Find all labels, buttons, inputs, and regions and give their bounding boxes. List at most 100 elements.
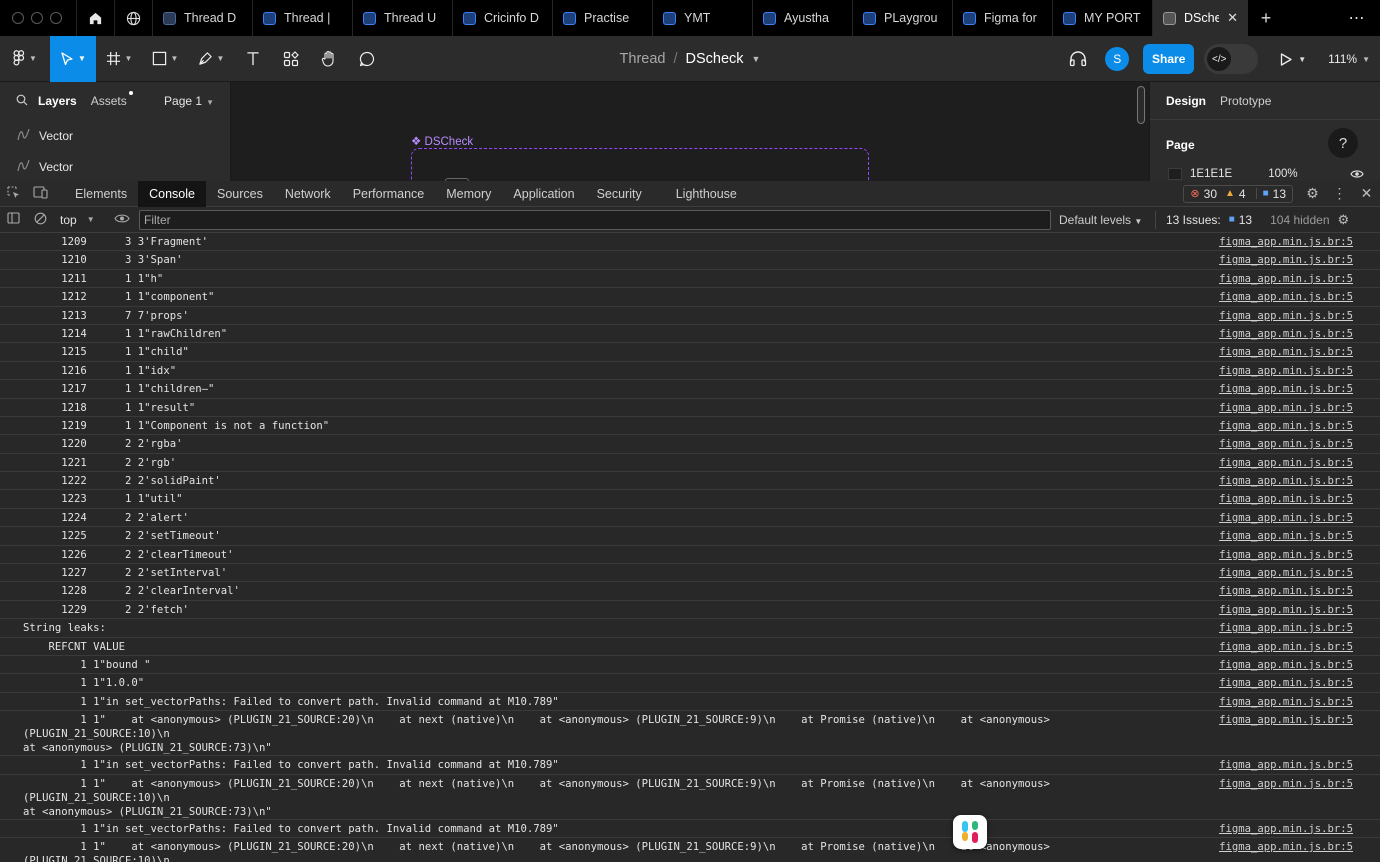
present-button[interactable]: ▼	[1280, 52, 1306, 66]
tab-console[interactable]: Console	[138, 180, 206, 207]
source-link[interactable]: figma_app.min.js.br:5	[1219, 419, 1353, 433]
settings-gear-icon[interactable]: ⚙	[1299, 185, 1326, 202]
log-levels-dropdown[interactable]: Default levels ▼	[1059, 213, 1155, 227]
layer-row[interactable]: Vector	[0, 120, 230, 151]
more-options-icon[interactable]: ⋮	[1326, 185, 1353, 202]
source-link[interactable]: figma_app.min.js.br:5	[1219, 309, 1353, 323]
browser-tab[interactable]: Thread U	[352, 0, 452, 36]
home-button[interactable]	[76, 0, 114, 36]
source-link[interactable]: figma_app.min.js.br:5	[1219, 456, 1353, 470]
tab-security[interactable]: Security	[586, 181, 653, 207]
source-link[interactable]: figma_app.min.js.br:5	[1219, 603, 1353, 617]
tab-application[interactable]: Application	[502, 181, 585, 207]
help-button[interactable]: ?	[1328, 128, 1358, 158]
source-link[interactable]: figma_app.min.js.br:5	[1219, 401, 1353, 415]
live-expression-eye-icon[interactable]	[108, 212, 135, 227]
issue-counts[interactable]: ⊗ 30 ▲ 4 ■ 13	[1183, 184, 1293, 203]
source-link[interactable]: figma_app.min.js.br:5	[1219, 566, 1353, 580]
source-link[interactable]: figma_app.min.js.br:5	[1219, 758, 1353, 772]
frame-tool-button[interactable]: ▼	[96, 36, 142, 82]
sidebar-toggle-icon[interactable]	[0, 212, 27, 227]
community-button[interactable]	[114, 0, 152, 36]
source-link[interactable]: figma_app.min.js.br:5	[1219, 474, 1353, 488]
source-link[interactable]: figma_app.min.js.br:5	[1219, 621, 1353, 635]
browser-tab[interactable]: PLaygrou	[852, 0, 952, 36]
browser-tab[interactable]: Thread |	[252, 0, 352, 36]
dev-mode-toggle[interactable]: </>	[1204, 44, 1259, 74]
frame-label[interactable]: ❖ DSCheck	[411, 134, 473, 148]
console-filter-input[interactable]	[139, 209, 1051, 230]
comment-tool-button[interactable]	[348, 36, 386, 82]
browser-tab[interactable]: Figma for	[952, 0, 1052, 36]
slack-notification-icon[interactable]	[953, 815, 987, 849]
source-link[interactable]: figma_app.min.js.br:5	[1219, 695, 1353, 709]
source-link[interactable]: figma_app.min.js.br:5	[1219, 676, 1353, 690]
share-button[interactable]: Share	[1143, 44, 1195, 74]
source-link[interactable]: figma_app.min.js.br:5	[1219, 290, 1353, 304]
tab-active[interactable]: DSchec ✕	[1152, 0, 1248, 36]
tab-design[interactable]: Design	[1166, 94, 1206, 108]
resources-tool-button[interactable]	[272, 36, 310, 82]
tab-network[interactable]: Network	[274, 181, 342, 207]
tab-elements[interactable]: Elements	[64, 181, 138, 207]
inspect-element-icon[interactable]	[0, 185, 27, 202]
zoom-menu[interactable]: 111% ▼	[1328, 52, 1370, 66]
search-icon[interactable]	[16, 94, 28, 109]
browser-tab[interactable]: MY PORT	[1052, 0, 1152, 36]
minimize-window-button[interactable]	[31, 12, 43, 24]
tab-prototype[interactable]: Prototype	[1220, 94, 1271, 108]
source-link[interactable]: figma_app.min.js.br:5	[1219, 327, 1353, 341]
browser-tab[interactable]: Cricinfo D	[452, 0, 552, 36]
tab-layers[interactable]: Layers	[38, 94, 77, 108]
source-link[interactable]: figma_app.min.js.br:5	[1219, 529, 1353, 543]
audio-button[interactable]	[1065, 51, 1091, 67]
browser-tab[interactable]: Thread D	[152, 0, 252, 36]
new-tab-button[interactable]: +	[1248, 8, 1284, 29]
browser-tab[interactable]: Ayustha	[752, 0, 852, 36]
canvas-scrollbar[interactable]	[1137, 86, 1145, 124]
console-settings-gear-icon[interactable]: ⚙	[1338, 212, 1350, 228]
source-link[interactable]: figma_app.min.js.br:5	[1219, 345, 1353, 359]
close-icon[interactable]: ✕	[1227, 10, 1238, 26]
close-window-button[interactable]	[12, 12, 24, 24]
source-link[interactable]: figma_app.min.js.br:5	[1219, 253, 1353, 267]
background-hex[interactable]: 1E1E1E	[1190, 168, 1232, 180]
source-link[interactable]: figma_app.min.js.br:5	[1219, 364, 1353, 378]
tab-performance[interactable]: Performance	[342, 181, 436, 207]
source-link[interactable]: figma_app.min.js.br:5	[1219, 437, 1353, 451]
clear-console-icon[interactable]	[27, 212, 54, 228]
tab-assets[interactable]: Assets	[91, 91, 133, 108]
source-link[interactable]: figma_app.min.js.br:5	[1219, 584, 1353, 598]
tab-sources[interactable]: Sources	[206, 181, 274, 207]
browser-tab[interactable]: YMT	[652, 0, 752, 36]
source-link[interactable]: figma_app.min.js.br:5	[1219, 272, 1353, 286]
page-selector[interactable]: Page 1 ▼	[164, 94, 214, 108]
tab-menu-button[interactable]: ⋯	[1334, 8, 1380, 28]
pen-tool-button[interactable]: ▼	[188, 36, 234, 82]
hand-tool-button[interactable]	[310, 36, 348, 82]
source-link[interactable]: figma_app.min.js.br:5	[1219, 640, 1353, 654]
source-link[interactable]: figma_app.min.js.br:5	[1219, 713, 1353, 727]
background-opacity[interactable]: 100%	[1268, 168, 1297, 180]
source-link[interactable]: figma_app.min.js.br:5	[1219, 492, 1353, 506]
shape-tool-button[interactable]: ▼	[142, 36, 188, 82]
source-link[interactable]: figma_app.min.js.br:5	[1219, 822, 1353, 836]
tab-memory[interactable]: Memory	[435, 181, 502, 207]
context-selector[interactable]: top ▼	[54, 213, 100, 227]
color-swatch[interactable]	[1168, 168, 1182, 180]
browser-tab[interactable]: Practise	[552, 0, 652, 36]
maximize-window-button[interactable]	[50, 12, 62, 24]
layer-row[interactable]: Vector	[0, 151, 230, 182]
source-link[interactable]: figma_app.min.js.br:5	[1219, 777, 1353, 791]
main-menu-button[interactable]: ▼	[0, 36, 50, 82]
console-output[interactable]: 1209 3 3'Fragment' figma_app.min.js.br:5 …	[0, 233, 1380, 862]
source-link[interactable]: figma_app.min.js.br:5	[1219, 658, 1353, 672]
canvas[interactable]: ❖ DSCheck	[231, 82, 1149, 188]
page-background[interactable]: 1E1E1E 100%	[1168, 168, 1298, 180]
avatar[interactable]: S	[1105, 47, 1130, 71]
close-devtools-icon[interactable]: ✕	[1353, 185, 1380, 202]
device-toolbar-icon[interactable]	[27, 185, 54, 202]
source-link[interactable]: figma_app.min.js.br:5	[1219, 548, 1353, 562]
move-tool-button[interactable]: ▼	[50, 35, 96, 82]
text-tool-button[interactable]	[234, 36, 272, 82]
